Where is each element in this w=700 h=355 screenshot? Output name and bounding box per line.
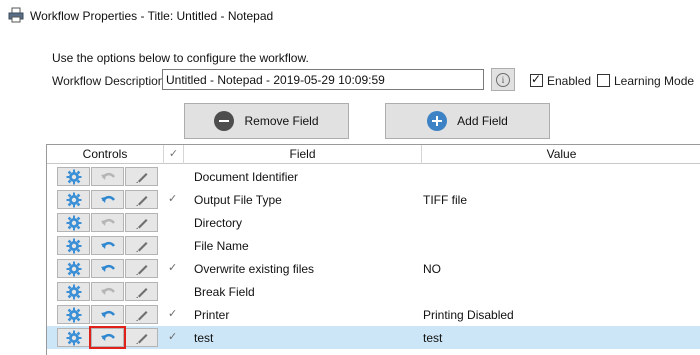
- enabled-checkbox[interactable]: ✓: [530, 72, 543, 87]
- gear-icon: [66, 261, 81, 276]
- edit-button[interactable]: [125, 190, 158, 209]
- gear-icon: [66, 215, 81, 230]
- undo-button[interactable]: [91, 282, 124, 301]
- row-check-icon: ✓: [168, 308, 178, 320]
- table-row[interactable]: Document Identifier: [47, 165, 700, 188]
- gear-icon: [66, 284, 81, 299]
- header-controls[interactable]: Controls: [47, 145, 164, 164]
- undo-button[interactable]: [91, 190, 124, 209]
- settings-button[interactable]: [57, 305, 90, 324]
- pencil-icon: [135, 218, 147, 229]
- row-field: Overwrite existing files: [194, 262, 315, 276]
- undo-button[interactable]: [91, 213, 124, 232]
- table-row[interactable]: Directory: [47, 211, 700, 234]
- row-value: test: [423, 331, 443, 345]
- undo-icon: [100, 195, 115, 203]
- checkmark-icon: ✓: [531, 72, 542, 86]
- settings-button[interactable]: [57, 259, 90, 278]
- header-value[interactable]: Value: [422, 145, 700, 164]
- undo-icon: [100, 172, 115, 180]
- undo-icon: [100, 218, 115, 226]
- undo-icon: [100, 241, 115, 249]
- edit-button[interactable]: [125, 236, 158, 255]
- edit-button[interactable]: [125, 259, 158, 278]
- edit-button[interactable]: [125, 282, 158, 301]
- row-check-icon: ✓: [168, 262, 178, 274]
- undo-button[interactable]: [91, 167, 124, 186]
- enabled-label: Enabled: [547, 74, 592, 88]
- fields-grid: Controls ✓ Field Value Document Identifi…: [46, 144, 700, 355]
- pencil-icon: [135, 264, 147, 275]
- row-field: File Name: [194, 239, 249, 253]
- row-value: TIFF file: [423, 193, 467, 207]
- pencil-icon: [135, 333, 147, 344]
- info-button[interactable]: i: [491, 68, 515, 91]
- row-check-icon: ✓: [168, 193, 178, 205]
- settings-button[interactable]: [57, 167, 90, 186]
- printer-icon: [8, 7, 24, 23]
- minus-circle-icon: [214, 111, 235, 131]
- pencil-icon: [135, 241, 147, 252]
- row-field: test: [194, 331, 214, 345]
- workflow-description-label: Workflow Description:: [52, 74, 168, 88]
- learning-mode-label: Learning Mode: [614, 74, 695, 88]
- undo-icon: [100, 310, 115, 318]
- pencil-icon: [135, 310, 147, 321]
- settings-button[interactable]: [57, 190, 90, 209]
- header-field[interactable]: Field: [184, 145, 422, 164]
- intro-text: Use the options below to configure the w…: [52, 51, 309, 65]
- undo-button[interactable]: [91, 259, 124, 278]
- gear-icon: [66, 238, 81, 253]
- learning-mode-checkbox[interactable]: [597, 74, 610, 87]
- undo-icon: [100, 287, 115, 295]
- pencil-icon: [135, 287, 147, 298]
- grid-header: Controls ✓ Field Value: [47, 145, 700, 164]
- undo-icon: [100, 264, 115, 272]
- table-row[interactable]: ✓ Printer Printing Disabled: [47, 303, 700, 326]
- edit-button[interactable]: [125, 167, 158, 186]
- add-field-label: Add Field: [457, 114, 508, 128]
- settings-button[interactable]: [57, 236, 90, 255]
- gear-icon: [66, 192, 81, 207]
- table-row[interactable]: Break Field: [47, 280, 700, 303]
- settings-button[interactable]: [57, 328, 90, 347]
- row-check-icon: ✓: [168, 331, 178, 343]
- workflow-description-input[interactable]: [162, 69, 484, 90]
- undo-button[interactable]: [91, 305, 124, 324]
- table-row[interactable]: File Name: [47, 234, 700, 257]
- table-row[interactable]: ✓ Overwrite existing files NO: [47, 257, 700, 280]
- add-field-button[interactable]: Add Field: [385, 103, 550, 139]
- remove-field-label: Remove Field: [244, 114, 319, 128]
- title-bar: Workflow Properties - Title: Untitled - …: [0, 0, 700, 32]
- edit-button[interactable]: [125, 328, 158, 347]
- table-row[interactable]: ✓ Output File Type TIFF file: [47, 188, 700, 211]
- pencil-icon: [135, 172, 147, 183]
- row-field: Document Identifier: [194, 170, 299, 184]
- highlight-box: [89, 326, 126, 349]
- row-field: Printer: [194, 308, 230, 322]
- edit-button[interactable]: [125, 213, 158, 232]
- gear-icon: [66, 169, 81, 184]
- row-value: NO: [423, 262, 441, 276]
- header-check[interactable]: ✓: [164, 145, 184, 164]
- plus-circle-icon: [427, 111, 448, 131]
- settings-button[interactable]: [57, 282, 90, 301]
- row-value: Printing Disabled: [423, 308, 514, 322]
- row-field: Output File Type: [194, 193, 282, 207]
- undo-button[interactable]: [91, 236, 124, 255]
- remove-field-button[interactable]: Remove Field: [184, 103, 349, 139]
- row-field: Directory: [194, 216, 243, 230]
- edit-button[interactable]: [125, 305, 158, 324]
- info-icon: i: [496, 72, 510, 87]
- pencil-icon: [135, 195, 147, 206]
- window-title: Workflow Properties - Title: Untitled - …: [30, 9, 274, 23]
- row-field: Break Field: [194, 285, 255, 299]
- table-row[interactable]: ✓ test test: [47, 326, 700, 349]
- gear-icon: [66, 307, 81, 322]
- settings-button[interactable]: [57, 213, 90, 232]
- gear-icon: [66, 330, 81, 345]
